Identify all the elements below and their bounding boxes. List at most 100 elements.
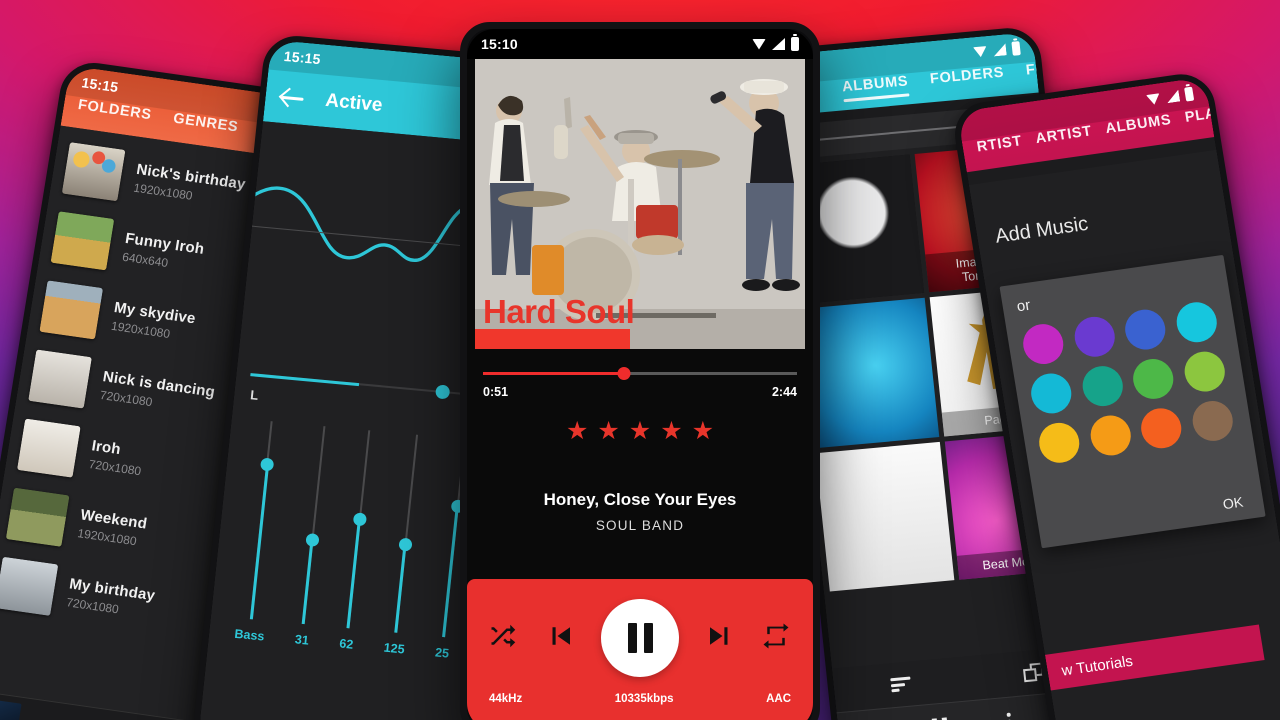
color-swatch[interactable] bbox=[1138, 405, 1185, 451]
color-picker-dialog: or OK bbox=[999, 254, 1266, 549]
color-swatch[interactable] bbox=[1173, 299, 1220, 345]
star-icon[interactable]: ★ bbox=[566, 419, 588, 444]
phone3-statusbar: 15:10 bbox=[467, 29, 813, 59]
eq-band[interactable]: 62 bbox=[339, 430, 376, 652]
pause-bar bbox=[643, 623, 653, 653]
balance-knob[interactable] bbox=[434, 384, 451, 400]
color-swatch[interactable] bbox=[1071, 314, 1118, 360]
tab-artist-1[interactable]: RTIST bbox=[976, 133, 1025, 162]
star-icon[interactable]: ★ bbox=[692, 419, 714, 444]
track-artist: SOUL BAND bbox=[595, 518, 685, 533]
star-icon[interactable]: ★ bbox=[660, 419, 682, 444]
eq-band-label: 25 bbox=[434, 645, 450, 661]
eq-band-knob[interactable] bbox=[260, 457, 275, 472]
battery-icon bbox=[791, 34, 799, 51]
next-icon[interactable] bbox=[705, 621, 735, 656]
ok-button[interactable]: OK bbox=[1052, 493, 1251, 537]
item-thumbnail bbox=[5, 487, 70, 547]
eq-band-knob[interactable] bbox=[305, 533, 320, 548]
signal-icon bbox=[993, 43, 1007, 56]
item-thumbnail bbox=[0, 556, 59, 616]
tab-folders-2[interactable]: FOLDERS bbox=[1025, 56, 1101, 86]
album-artwork[interactable]: Hard Soul bbox=[475, 59, 805, 349]
battery-icon bbox=[1011, 41, 1021, 56]
playback-controls bbox=[467, 579, 813, 677]
battery-icon bbox=[1184, 86, 1195, 102]
color-swatch[interactable] bbox=[1130, 356, 1177, 402]
eq-band[interactable]: Bass bbox=[233, 420, 287, 644]
tab-albums[interactable]: ALBUMS bbox=[841, 73, 909, 102]
status-icons bbox=[973, 41, 1021, 59]
album-art-title: Hard Soul bbox=[483, 293, 635, 330]
eq-band-sliders[interactable]: Bass 31 62 125 25 bbox=[209, 390, 500, 663]
eq-band-fill bbox=[346, 519, 361, 629]
status-time: 15:10 bbox=[481, 36, 518, 52]
balance-fill bbox=[250, 373, 360, 387]
color-swatch[interactable] bbox=[1181, 349, 1228, 395]
tutorials-banner[interactable]: w Tutorials bbox=[1044, 624, 1265, 691]
color-swatch[interactable] bbox=[1079, 363, 1126, 409]
color-swatch[interactable] bbox=[1189, 398, 1236, 444]
pause-button[interactable] bbox=[601, 599, 679, 677]
eq-band-label: 31 bbox=[294, 632, 310, 648]
sample-rate: 44kHz bbox=[489, 693, 523, 705]
color-swatch[interactable] bbox=[1122, 307, 1169, 353]
status-icons bbox=[752, 34, 799, 51]
now-playing-artwork bbox=[0, 697, 22, 720]
eq-band-knob[interactable] bbox=[397, 537, 413, 553]
color-swatch[interactable] bbox=[1028, 370, 1075, 417]
repeat-icon[interactable] bbox=[761, 621, 791, 656]
track-info: Honey, Close Your Eyes SOUL BAND bbox=[467, 490, 813, 533]
playback-controls-panel: 44kHz 10335kbps AAC bbox=[467, 579, 813, 720]
eq-band-fill bbox=[394, 545, 407, 633]
bitrate: 10335kbps bbox=[614, 693, 674, 705]
phone-now-playing: 15:10 Hard Soul 0:51 2:44 ★ ★ ★ ★ ★ Hone… bbox=[460, 22, 820, 720]
eq-band-track[interactable] bbox=[302, 426, 326, 625]
signal-icon bbox=[772, 38, 785, 50]
back-arrow-icon[interactable] bbox=[280, 86, 304, 110]
color-swatch[interactable] bbox=[1020, 321, 1067, 367]
previous-icon[interactable] bbox=[545, 621, 575, 656]
item-thumbnail bbox=[28, 349, 92, 409]
overflow-menu-icon[interactable] bbox=[1005, 712, 1012, 720]
screenshot-stage: 15:15 FOLDERS GENRES COMPOSERS P bbox=[0, 0, 1280, 720]
seek-bar[interactable] bbox=[483, 367, 797, 381]
eq-band-track[interactable] bbox=[249, 421, 275, 620]
album-title-band bbox=[475, 329, 631, 349]
codec: AAC bbox=[766, 693, 791, 705]
phone3-screen: 15:10 Hard Soul 0:51 2:44 ★ ★ ★ ★ ★ Hone… bbox=[467, 29, 813, 720]
shuffle-icon[interactable] bbox=[489, 621, 519, 656]
eq-band-fill bbox=[249, 464, 269, 620]
eq-band[interactable]: 125 bbox=[383, 434, 427, 657]
item-thumbnail bbox=[61, 142, 126, 202]
eq-band-track[interactable] bbox=[346, 430, 370, 629]
elapsed-time: 0:51 bbox=[483, 385, 509, 399]
rating-stars[interactable]: ★ ★ ★ ★ ★ bbox=[467, 419, 813, 444]
color-swatch[interactable] bbox=[1087, 412, 1134, 459]
eq-band-knob[interactable] bbox=[352, 511, 367, 526]
total-duration: 2:44 bbox=[771, 385, 797, 399]
page-title: Active bbox=[324, 89, 384, 117]
eq-band-fill bbox=[442, 506, 459, 638]
star-icon[interactable]: ★ bbox=[597, 419, 619, 444]
eq-band-label: Bass bbox=[233, 626, 266, 644]
eq-band-track[interactable] bbox=[394, 434, 418, 633]
wifi-icon bbox=[973, 46, 988, 58]
album-cell[interactable] bbox=[815, 441, 954, 592]
eq-band[interactable]: 31 bbox=[294, 426, 331, 648]
pause-bar bbox=[627, 623, 637, 653]
seek-knob[interactable] bbox=[617, 367, 631, 380]
eq-band-label: 125 bbox=[383, 640, 406, 657]
star-icon[interactable]: ★ bbox=[629, 419, 651, 444]
signal-icon bbox=[1165, 90, 1180, 104]
color-swatch[interactable] bbox=[1036, 420, 1083, 466]
seek-fill bbox=[483, 372, 625, 375]
balance-left-label: L bbox=[249, 387, 260, 403]
sort-icon[interactable] bbox=[889, 676, 911, 693]
audio-meta: 44kHz 10335kbps AAC bbox=[467, 677, 813, 705]
color-swatch-grid[interactable] bbox=[1020, 299, 1238, 466]
time-row: 0:51 2:44 bbox=[483, 385, 797, 399]
eq-band-fill bbox=[302, 540, 314, 625]
item-thumbnail bbox=[39, 280, 104, 340]
album-cell[interactable] bbox=[800, 298, 939, 449]
